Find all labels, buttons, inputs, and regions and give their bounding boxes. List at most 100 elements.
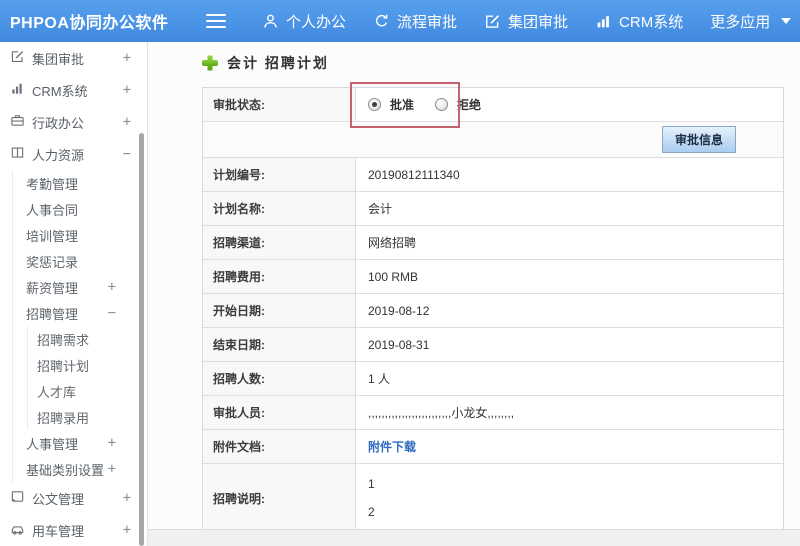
sidebar-item-recruit-hire[interactable]: 招聘录用 — [28, 404, 147, 430]
sidebar-item-training[interactable]: 培训管理 — [13, 222, 147, 248]
sidebar-item-label: 集团审批 — [32, 51, 85, 67]
sidebar-item-label: 用车管理 — [32, 523, 85, 539]
nav-group-approval[interactable]: 集团审批 — [484, 11, 568, 32]
table-row-approvers: 审批人员: ,,,,,,,,,,,,,,,,,,,,,,,,,小龙女,,,,,,… — [203, 396, 783, 430]
chart-icon — [595, 13, 612, 30]
sidebar-item-personnel[interactable]: 人事管理 + — [13, 430, 147, 456]
sidebar-item-label: 招聘需求 — [37, 332, 90, 348]
field-label: 开始日期: — [203, 294, 356, 327]
sidebar-item-crm[interactable]: CRM系统 + — [0, 74, 147, 106]
approval-info-button[interactable]: 审批信息 — [661, 126, 736, 153]
edit-icon — [484, 13, 501, 30]
sidebar-item-recruit-plan[interactable]: 招聘计划 — [28, 352, 147, 378]
sidebar-item-talent-pool[interactable]: 人才库 — [28, 378, 147, 404]
nav-label: 集团审批 — [508, 13, 569, 31]
sidebar-item-attendance[interactable]: 考勤管理 — [13, 170, 147, 196]
field-label: 计划名称: — [203, 192, 356, 225]
collapse-icon[interactable]: − — [108, 305, 116, 321]
expand-icon[interactable]: + — [123, 82, 131, 98]
sidebar-item-documents[interactable]: 公文管理 + — [0, 482, 147, 514]
field-label: 附件文档: — [203, 430, 356, 463]
field-value: 2019-08-12 — [356, 294, 783, 327]
sidebar-item-label: 招聘录用 — [37, 410, 90, 426]
expand-icon[interactable]: + — [123, 114, 131, 130]
sidebar-item-group-approval[interactable]: 集团审批 + — [0, 42, 147, 74]
sidebar-item-label: 人才库 — [37, 384, 77, 400]
table-row-plan-name: 计划名称: 会计 — [203, 192, 783, 226]
sidebar-item-base-category[interactable]: 基础类别设置 + — [13, 456, 147, 482]
sidebar: 集团审批 + CRM系统 + 行政办公 + 人力资源 − 考勤管理 人事合同 培… — [0, 42, 148, 546]
approve-radio-label: 批准 — [390, 98, 415, 112]
table-row-cost: 招聘费用: 100 RMB — [203, 260, 783, 294]
field-label: 结束日期: — [203, 328, 356, 361]
recruit-plan-detail-table: 审批状态: 批准 拒绝 审批信息 计划编号: 20190812111340 计划… — [202, 87, 784, 533]
sidebar-item-rewards[interactable]: 奖惩记录 — [13, 248, 147, 274]
process-icon — [373, 13, 390, 30]
expand-icon[interactable]: + — [108, 279, 116, 295]
approval-button-row: 审批信息 — [203, 122, 783, 158]
briefcase-icon — [10, 113, 32, 131]
table-row-description: 招聘说明: 1 2 — [203, 464, 783, 532]
hamburger-menu-icon[interactable] — [206, 14, 226, 28]
sidebar-item-hr[interactable]: 人力资源 − — [0, 138, 147, 170]
sidebar-item-label: 奖惩记录 — [26, 254, 79, 270]
car-icon — [10, 521, 32, 539]
caret-down-icon — [781, 18, 792, 24]
chart-icon — [10, 81, 32, 99]
sidebar-item-admin-office[interactable]: 行政办公 + — [0, 106, 147, 138]
nav-personal-office[interactable]: 个人办公 — [262, 11, 346, 32]
field-label: 招聘人数: — [203, 362, 356, 395]
nav-more-apps[interactable]: 更多应用 — [710, 11, 792, 32]
nav-process-approval[interactable]: 流程审批 — [373, 11, 457, 32]
sidebar-item-label: 招聘管理 — [26, 306, 79, 322]
sidebar-item-salary[interactable]: 薪资管理 + — [13, 274, 147, 300]
field-label: 审批状态: — [203, 88, 356, 121]
sidebar-item-label: CRM系统 — [32, 83, 88, 99]
book-icon — [10, 145, 32, 163]
collapse-icon[interactable]: − — [123, 146, 131, 162]
nav-label: 更多应用 — [710, 13, 771, 31]
reject-radio[interactable] — [435, 98, 449, 111]
expand-icon[interactable]: + — [123, 490, 131, 506]
expand-icon[interactable]: + — [108, 435, 116, 451]
field-label: 审批人员: — [203, 396, 356, 429]
sidebar-item-hr-contract[interactable]: 人事合同 — [13, 196, 147, 222]
sidebar-item-label: 人事合同 — [26, 202, 79, 218]
page-title: 会计 招聘计划 — [202, 51, 800, 75]
field-value: 20190812111340 — [356, 158, 783, 191]
sidebar-item-label: 招聘计划 — [37, 358, 90, 374]
sidebar-item-label: 培训管理 — [26, 228, 79, 244]
top-header: PHPOA协同办公软件 个人办公 流程审批 集团审批 CRM系统 更多应用 — [0, 0, 800, 42]
person-icon — [262, 13, 279, 30]
nav-label: CRM系统 — [619, 13, 684, 31]
approve-radio[interactable] — [368, 98, 381, 111]
sidebar-item-recruit-demand[interactable]: 招聘需求 — [28, 326, 147, 352]
top-nav: 个人办公 流程审批 集团审批 CRM系统 更多应用 — [262, 11, 792, 32]
field-value: 2019-08-31 — [356, 328, 783, 361]
sidebar-item-label: 考勤管理 — [26, 176, 79, 192]
field-value: 网络招聘 — [356, 226, 783, 259]
document-icon — [10, 489, 32, 507]
approval-status-radio-group: 批准 拒绝 — [368, 96, 493, 113]
reject-radio-label: 拒绝 — [457, 98, 482, 112]
sidebar-item-label: 基础类别设置 — [26, 462, 105, 478]
expand-icon[interactable]: + — [123, 522, 131, 538]
edit-icon — [10, 49, 32, 67]
nav-label: 个人办公 — [286, 13, 347, 31]
expand-icon[interactable]: + — [108, 461, 116, 477]
sidebar-item-label: 行政办公 — [32, 115, 85, 131]
field-value: ,,,,,,,,,,,,,,,,,,,,,,,,,小龙女,,,,,,,, — [356, 396, 783, 429]
attachment-download-link[interactable]: 附件下载 — [368, 438, 416, 455]
plus-icon — [202, 55, 218, 71]
sidebar-item-label: 人事管理 — [26, 436, 79, 452]
sidebar-item-recruitment[interactable]: 招聘管理 − — [13, 300, 147, 326]
sidebar-item-label: 人力资源 — [32, 147, 85, 163]
nav-crm-system[interactable]: CRM系统 — [595, 11, 683, 32]
app-logo: PHPOA协同办公软件 — [10, 15, 169, 32]
sidebar-item-vehicle[interactable]: 用车管理 + — [0, 514, 147, 546]
expand-icon[interactable]: + — [123, 50, 131, 66]
recruitment-submenu: 招聘需求 招聘计划 人才库 招聘录用 — [27, 326, 147, 430]
field-value: 会计 — [356, 192, 783, 225]
table-row-channel: 招聘渠道: 网络招聘 — [203, 226, 783, 260]
sidebar-scrollbar[interactable] — [139, 133, 144, 546]
